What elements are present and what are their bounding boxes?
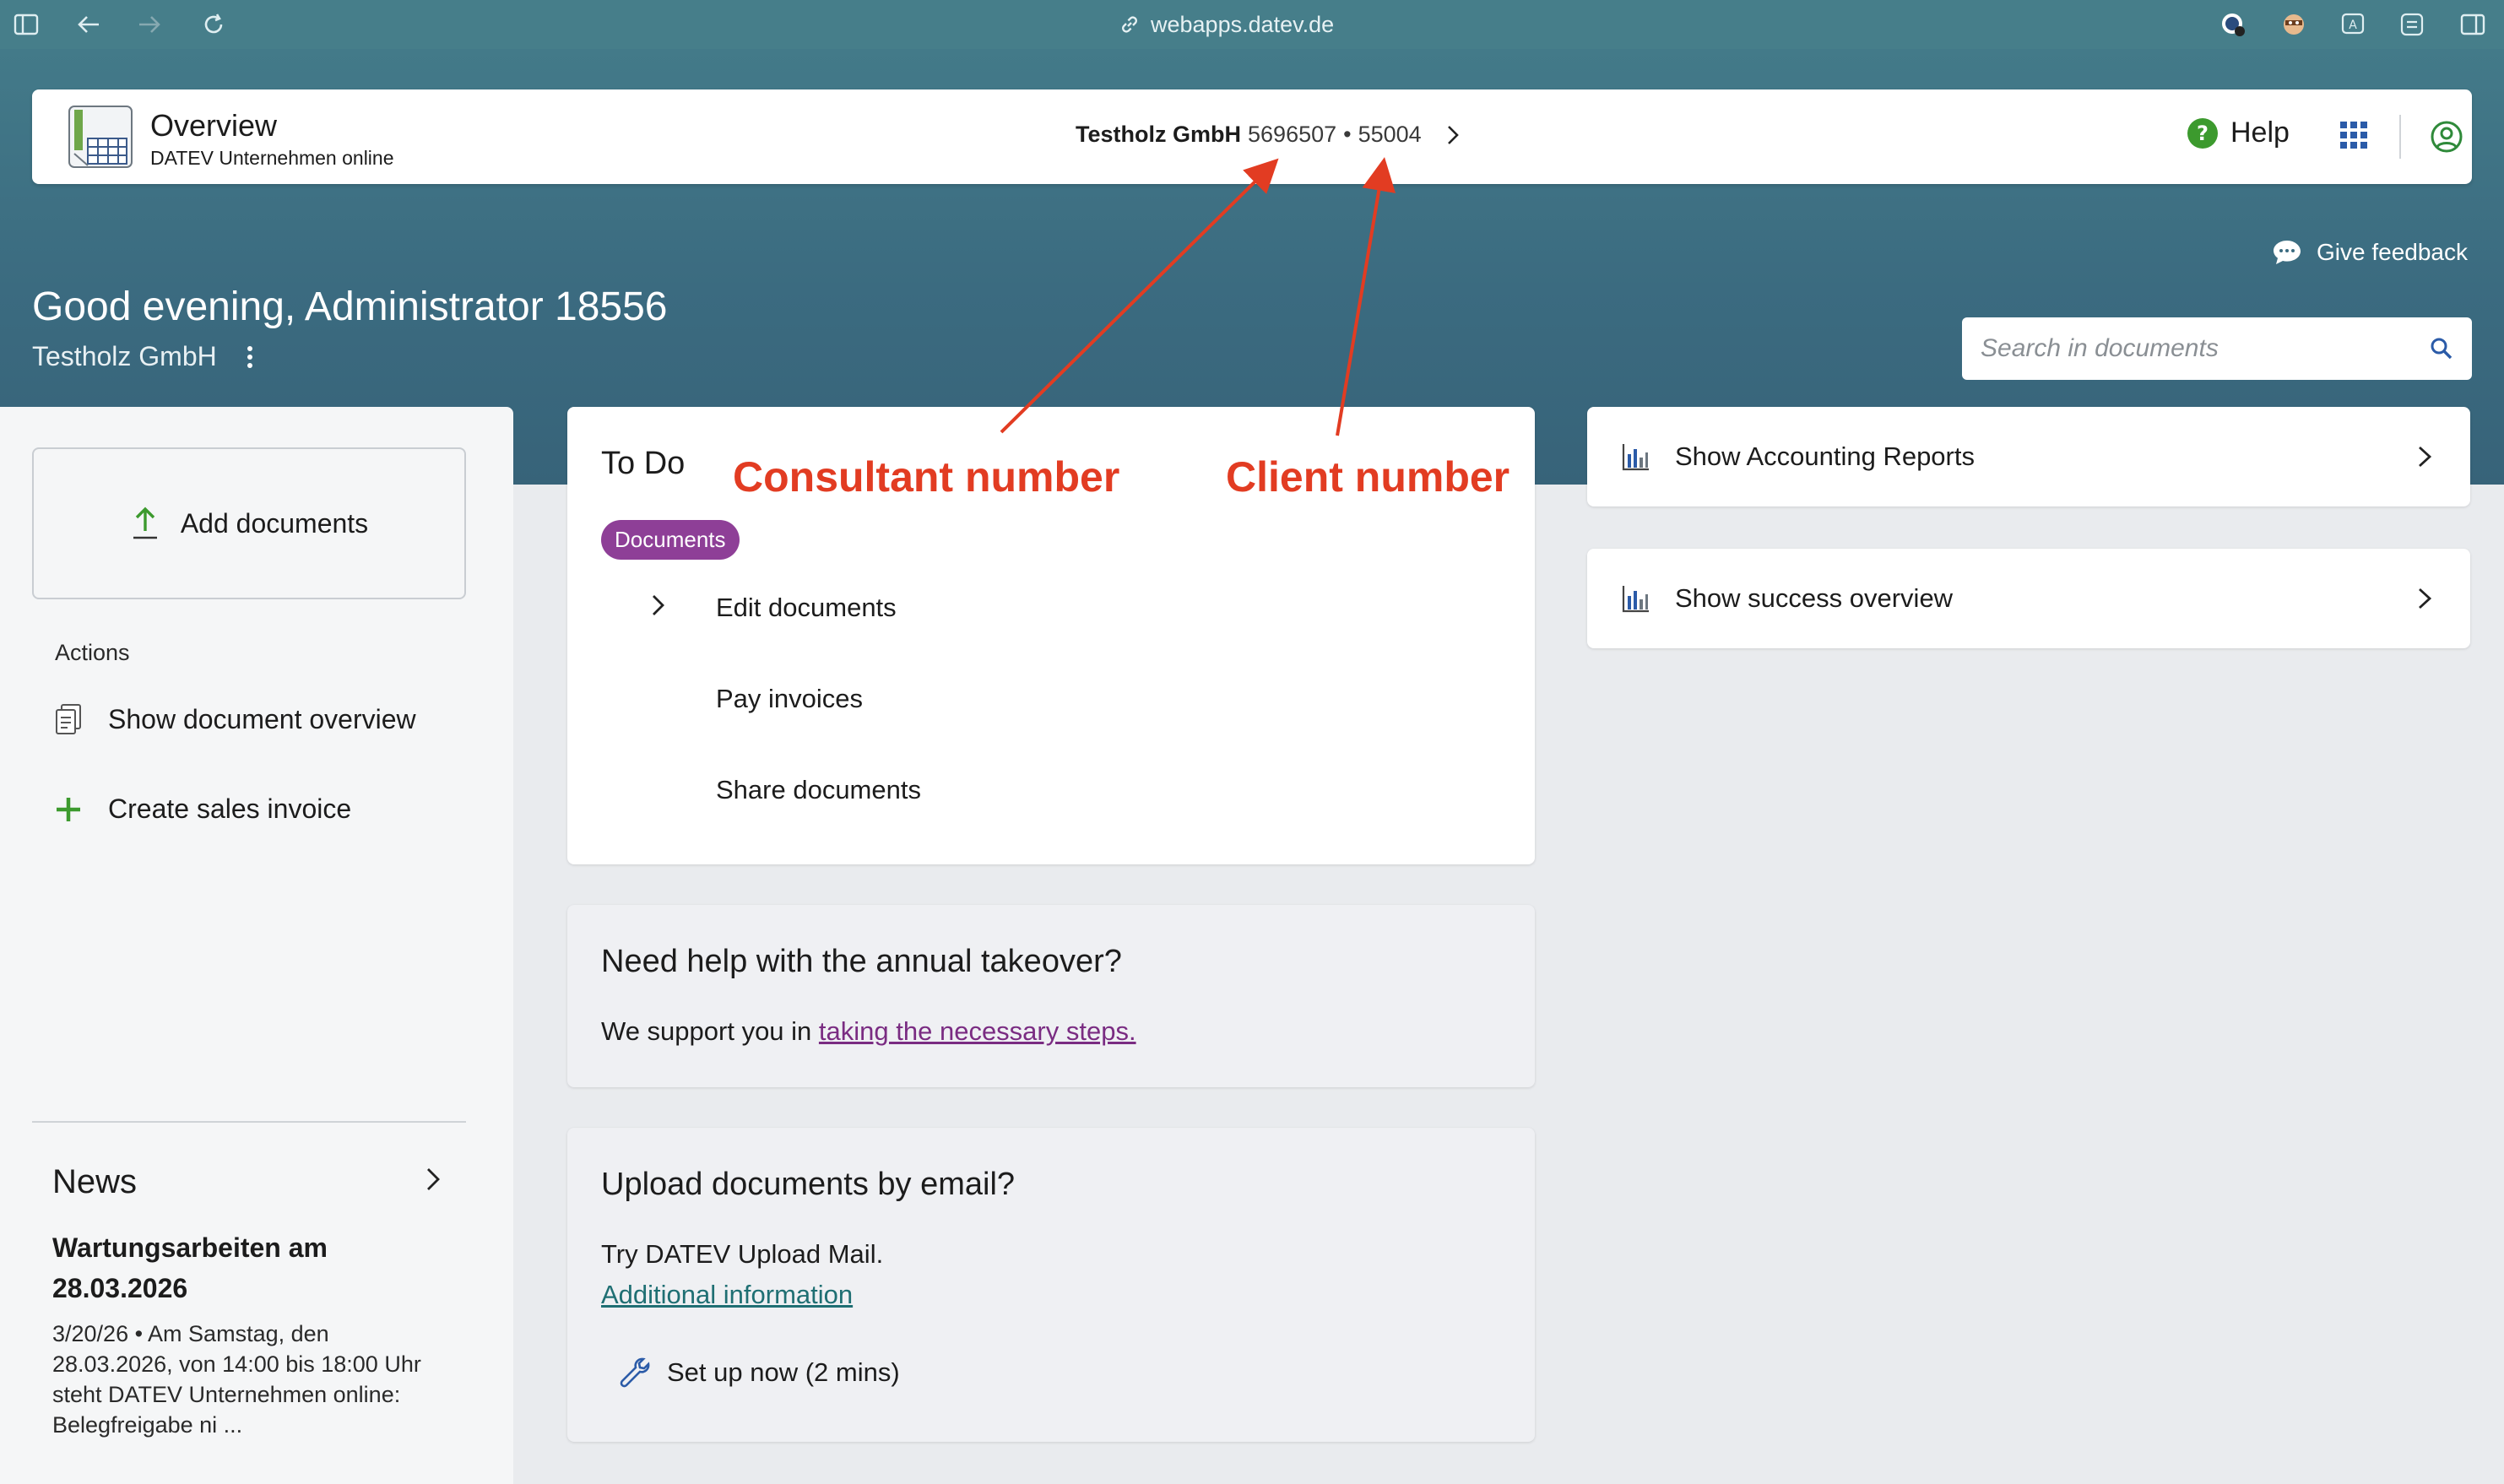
news-heading[interactable]: News — [52, 1163, 137, 1201]
browser-toolbar: webapps.datev.de A — [0, 0, 2504, 49]
datev-app-logo-icon[interactable] — [66, 101, 137, 172]
additional-information-wrap: Additional information — [601, 1280, 853, 1310]
client-selector[interactable]: Testholz GmbH 5696507 • 55004 — [1076, 122, 1466, 148]
todo-heading: To Do — [601, 446, 686, 481]
sidebar-toggle-icon[interactable] — [12, 10, 41, 39]
header-divider — [2399, 115, 2401, 159]
forward-icon[interactable] — [135, 10, 164, 39]
bar-chart-icon — [1622, 444, 1649, 471]
sidebar-right-icon[interactable] — [2458, 10, 2487, 39]
company-row: Testholz GmbH — [32, 341, 254, 372]
search-icon[interactable] — [2430, 337, 2453, 360]
svg-text:?: ? — [2197, 122, 2209, 145]
todo-item-pay-invoices[interactable]: Pay invoices — [716, 684, 863, 714]
svg-text:A: A — [2349, 19, 2357, 32]
company-name: Testholz GmbH — [32, 341, 217, 371]
documents-badge[interactable]: Documents — [601, 520, 740, 560]
show-success-overview-label: Show success overview — [1675, 583, 1954, 613]
reload-icon[interactable] — [199, 10, 228, 39]
plus-icon — [57, 797, 80, 821]
chevron-right-icon — [2419, 588, 2432, 609]
more-vertical-icon[interactable] — [246, 344, 254, 370]
wrench-icon — [620, 1357, 650, 1388]
number-separator: • — [1343, 122, 1352, 147]
client-name: Testholz GmbH — [1076, 122, 1242, 147]
annual-takeover-card: Need help with the annual takeover? We s… — [567, 905, 1535, 1087]
annual-takeover-sentence: We support you in — [601, 1016, 812, 1046]
chevron-right-icon[interactable] — [420, 1165, 446, 1198]
bar-chart-icon — [1622, 586, 1649, 613]
extension-settings-icon[interactable] — [2398, 10, 2426, 39]
news-item-title[interactable]: Wartungsarbeiten am 28.03.2026 — [52, 1227, 441, 1308]
set-up-now-button[interactable]: Set up now (2 mins) — [618, 1356, 900, 1389]
actions-heading: Actions — [55, 640, 130, 665]
extension-privacy-icon[interactable] — [2219, 10, 2247, 39]
additional-information-link[interactable]: Additional information — [601, 1280, 853, 1309]
show-success-overview-card[interactable]: Show success overview — [1587, 549, 2470, 648]
chevron-right-icon — [2419, 446, 2432, 468]
url-text: webapps.datev.de — [1151, 11, 1335, 37]
news-divider — [32, 1121, 466, 1123]
necessary-steps-link[interactable]: taking the necessary steps. — [819, 1016, 1136, 1046]
annual-takeover-text: We support you in taking the necessary s… — [601, 1016, 1136, 1047]
show-document-overview-action[interactable]: Show document overview — [54, 702, 416, 736]
create-sales-invoice-action[interactable]: Create sales invoice — [54, 793, 351, 825]
client-number-annotation: Client number — [1226, 453, 1510, 501]
consultant-number-annotation: Consultant number — [733, 453, 1120, 501]
user-profile-icon[interactable] — [2430, 120, 2463, 158]
feedback-label: Give feedback — [2317, 239, 2468, 265]
add-documents-label: Add documents — [180, 507, 369, 539]
search-box — [1962, 317, 2472, 380]
upload-by-email-heading: Upload documents by email? — [601, 1167, 1016, 1202]
show-document-overview-label: Show document overview — [108, 703, 416, 734]
create-sales-invoice-label: Create sales invoice — [108, 793, 352, 824]
upload-mail-text: Try DATEV Upload Mail. — [601, 1239, 884, 1269]
search-input[interactable] — [1981, 334, 2430, 363]
consultant-number: 5696507 — [1248, 122, 1337, 147]
extension-translate-icon[interactable]: A — [2339, 10, 2367, 39]
document-stack-icon — [56, 704, 81, 734]
app-title: Overview — [150, 108, 278, 143]
back-icon[interactable] — [74, 10, 103, 39]
todo-item-share-documents[interactable]: Share documents — [716, 775, 921, 805]
help-label: Help — [2230, 116, 2290, 149]
speech-bubble-icon — [2274, 241, 2301, 264]
address-bar[interactable]: webapps.datev.de — [1119, 8, 1334, 41]
todo-item-edit-documents[interactable]: Edit documents — [716, 593, 897, 623]
upload-arrow-icon — [133, 506, 157, 539]
give-feedback-button[interactable]: Give feedback — [2271, 238, 2468, 267]
app-header: Overview DATEV Unternehmen online Testho… — [32, 89, 2472, 184]
client-number: 55004 — [1358, 122, 1422, 147]
app-subtitle: DATEV Unternehmen online — [150, 147, 394, 169]
add-documents-button[interactable]: Add documents — [32, 447, 466, 599]
show-accounting-reports-card[interactable]: Show Accounting Reports — [1587, 407, 2470, 506]
app-grid-icon[interactable] — [2339, 120, 2369, 154]
news-item-body: 3/20/26 • Am Samstag, den 28.03.2026, vo… — [52, 1321, 421, 1438]
set-up-now-label: Set up now (2 mins) — [667, 1357, 900, 1387]
help-icon: ? — [2187, 117, 2218, 149]
link-icon — [1122, 16, 1137, 33]
help-button[interactable]: ? Help — [2187, 116, 2290, 149]
annual-takeover-heading: Need help with the annual takeover? — [601, 944, 1122, 979]
show-accounting-reports-label: Show Accounting Reports — [1675, 441, 1975, 471]
extension-avatar-icon[interactable] — [2279, 10, 2308, 39]
greeting-heading: Good evening, Administrator 18556 — [32, 284, 668, 329]
left-panel: Add documents Actions Show document over… — [0, 407, 513, 1484]
upload-by-email-card: Upload documents by email? Try DATEV Upl… — [567, 1128, 1535, 1442]
chevron-right-icon[interactable] — [648, 593, 669, 622]
chevron-right-icon — [1447, 125, 1459, 144]
